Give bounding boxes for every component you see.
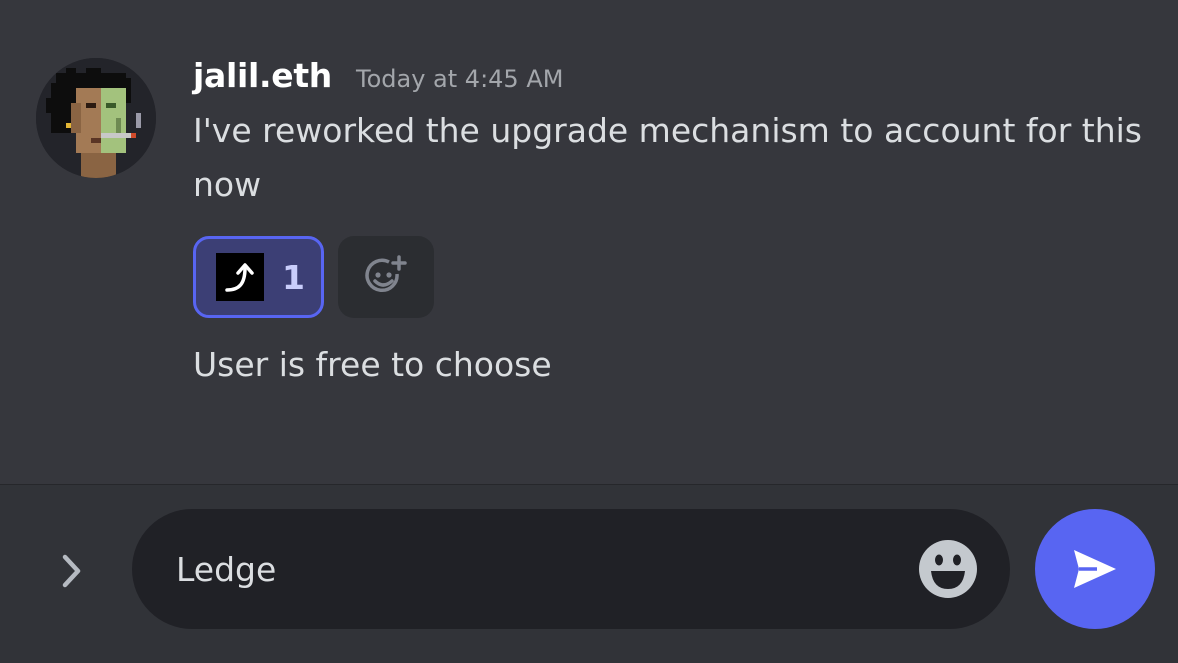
send-button[interactable] xyxy=(1035,509,1155,629)
message-text: User is free to choose xyxy=(193,345,552,384)
expand-chevron-button[interactable] xyxy=(54,551,90,591)
avatar-image xyxy=(36,58,156,178)
add-reaction-icon xyxy=(365,255,407,293)
message: jalil.eth Today at 4:45 AM I've reworked… xyxy=(0,0,1178,484)
emoji-picker-button[interactable] xyxy=(918,539,978,599)
message-input[interactable] xyxy=(174,548,878,590)
smiley-face-icon xyxy=(919,540,977,598)
reaction-count: 1 xyxy=(282,257,305,297)
message-text: I've reworked the upgrade mechanism to a… xyxy=(193,111,1142,204)
username[interactable]: jalil.eth xyxy=(193,56,332,95)
message-input-container xyxy=(132,509,1010,629)
avatar[interactable] xyxy=(36,58,156,178)
send-arrow-icon xyxy=(1074,550,1116,588)
chevron-right-icon xyxy=(62,554,81,588)
message-header: jalil.eth Today at 4:45 AM xyxy=(193,56,563,100)
reactions-bar: 1 xyxy=(193,236,434,318)
timestamp: Today at 4:45 AM xyxy=(356,65,564,93)
upward-arrow-icon xyxy=(216,253,264,301)
reaction-chip[interactable]: 1 xyxy=(193,236,324,318)
add-reaction-button[interactable] xyxy=(338,236,434,318)
